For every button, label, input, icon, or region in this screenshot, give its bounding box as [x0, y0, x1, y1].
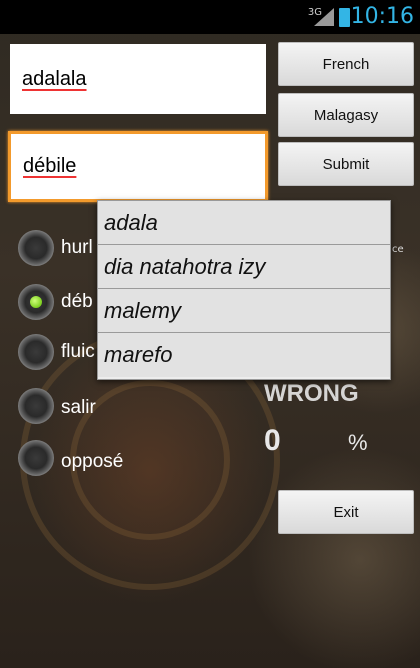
- source-word-text: adalala: [22, 67, 87, 90]
- status-bar: 3G 10:16: [0, 0, 420, 34]
- source-word-field[interactable]: adalala: [10, 44, 266, 114]
- submit-button[interactable]: Submit: [278, 142, 414, 186]
- result-status: WRONG: [264, 380, 359, 407]
- signal-icon: [314, 8, 334, 26]
- french-button[interactable]: French: [278, 42, 414, 86]
- choice-radio-2[interactable]: [18, 284, 54, 320]
- hint-fragment: ce: [392, 244, 404, 255]
- choice-label-1[interactable]: hurl: [61, 237, 93, 259]
- choice-label-4[interactable]: salir: [61, 397, 96, 419]
- choice-label-5[interactable]: opposé: [61, 451, 123, 473]
- choice-radio-4[interactable]: [18, 388, 54, 424]
- score-value: 0: [264, 424, 281, 457]
- suggestion-item[interactable]: marefo: [98, 333, 390, 377]
- percent-sign: %: [348, 430, 368, 455]
- suggestion-item[interactable]: malemy: [98, 289, 390, 333]
- target-word-field[interactable]: débile: [8, 131, 268, 202]
- battery-icon: [339, 8, 350, 27]
- clock: 10:16: [350, 4, 414, 29]
- suggestion-item[interactable]: dia natahotra izy: [98, 245, 390, 289]
- malagasy-button[interactable]: Malagasy: [278, 93, 414, 137]
- choice-radio-5[interactable]: [18, 440, 54, 476]
- target-word-text: débile: [23, 155, 77, 177]
- choice-label-3[interactable]: fluic: [61, 341, 95, 363]
- choice-radio-3[interactable]: [18, 334, 54, 370]
- choice-radio-1[interactable]: [18, 230, 54, 266]
- suggestion-dropdown: adala dia natahotra izy malemy marefo: [97, 200, 391, 380]
- choice-label-2[interactable]: déb: [61, 291, 93, 313]
- exit-button[interactable]: Exit: [278, 490, 414, 534]
- radio-selected-dot: [30, 296, 42, 308]
- suggestion-item[interactable]: adala: [98, 201, 390, 245]
